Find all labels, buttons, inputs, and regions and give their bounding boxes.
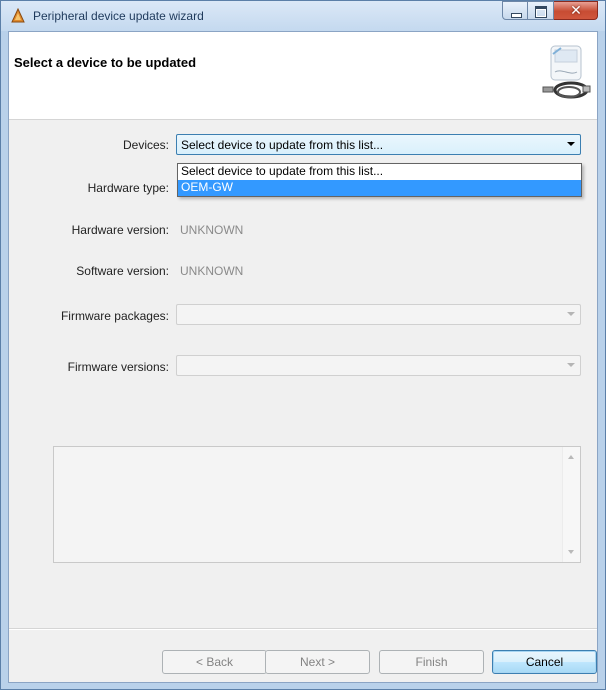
log-textarea[interactable]: [53, 446, 581, 563]
firmware-packages-combobox[interactable]: [176, 304, 581, 325]
devices-combobox[interactable]: Select device to update from this list..…: [176, 134, 581, 155]
dropdown-option[interactable]: Select device to update from this list..…: [178, 164, 581, 180]
maximize-icon: [535, 6, 547, 18]
close-icon: ✕: [570, 3, 582, 19]
title-bar[interactable]: Peripheral device update wizard ✕: [1, 1, 605, 31]
hardware-version-value: UNKNOWN: [180, 223, 244, 237]
firmware-versions-label: Firmware versions:: [67, 360, 169, 374]
wizard-window: Peripheral device update wizard ✕ Select…: [0, 0, 606, 690]
chevron-down-icon: [567, 312, 575, 316]
maximize-button[interactable]: [528, 1, 554, 20]
scroll-up-icon[interactable]: [568, 455, 574, 459]
firmware-packages-label: Firmware packages:: [60, 309, 169, 323]
hardware-type-label: Hardware type:: [87, 181, 169, 195]
software-version-value: UNKNOWN: [180, 264, 244, 278]
minimize-icon: [511, 13, 522, 18]
chevron-down-icon: [567, 142, 575, 146]
hardware-version-label: Hardware version:: [71, 223, 169, 237]
finish-button[interactable]: Finish: [379, 650, 484, 674]
scroll-down-icon[interactable]: [568, 550, 574, 554]
cancel-button[interactable]: Cancel: [492, 650, 597, 674]
minimize-button[interactable]: [502, 1, 528, 20]
wizard-header: Select a device to be updated: [9, 32, 597, 120]
caption-buttons: ✕: [502, 1, 598, 21]
wizard-client-area: Select a device to be updated Devices: S…: [8, 31, 598, 683]
devices-label: Devices:: [122, 138, 169, 152]
dropdown-option[interactable]: OEM-GW: [178, 180, 581, 196]
vertical-scrollbar[interactable]: [562, 447, 580, 562]
devices-dropdown-list: Select device to update from this list..…: [177, 163, 582, 197]
next-button[interactable]: Next >: [265, 650, 370, 674]
footer-divider-highlight: [9, 629, 597, 630]
window-title: Peripheral device update wizard: [33, 9, 204, 23]
device-cable-icon: [542, 45, 591, 99]
firmware-versions-combobox[interactable]: [176, 355, 581, 376]
back-button[interactable]: < Back: [162, 650, 267, 674]
chevron-down-icon: [567, 363, 575, 367]
software-version-label: Software version:: [76, 264, 169, 278]
devices-combobox-value: Select device to update from this list..…: [181, 138, 384, 152]
app-icon: [11, 8, 25, 23]
close-button[interactable]: ✕: [554, 1, 598, 20]
page-title: Select a device to be updated: [14, 55, 197, 70]
